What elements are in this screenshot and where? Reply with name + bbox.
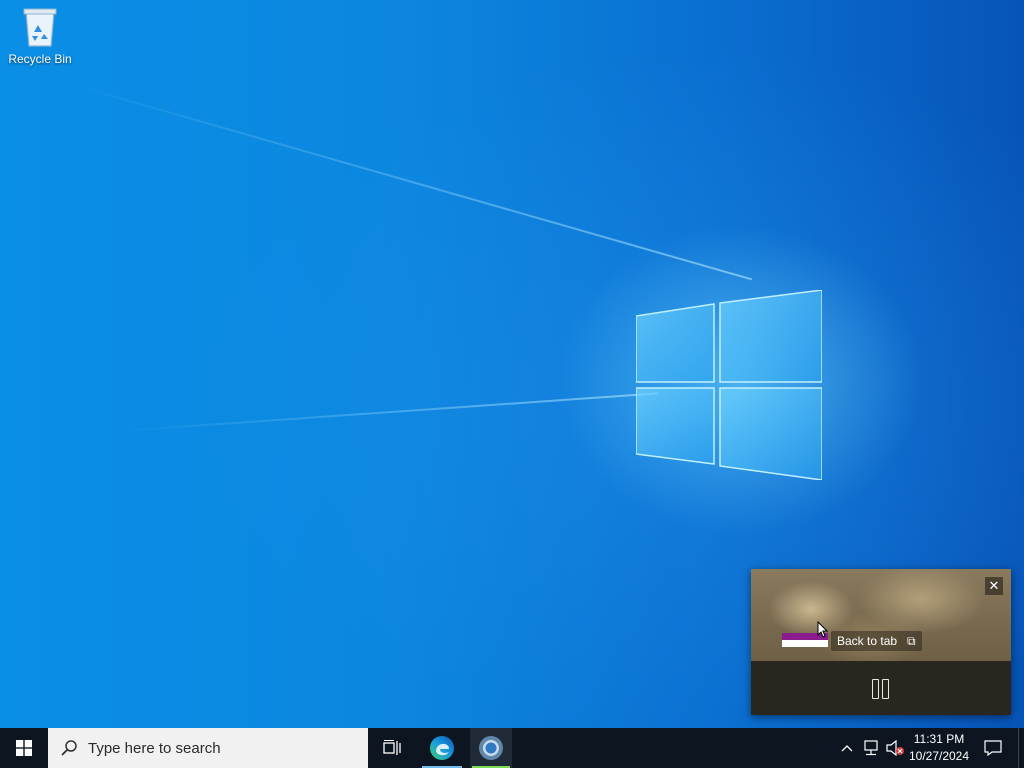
pip-close-button[interactable]: ✕ (985, 577, 1003, 595)
external-link-icon: ⧉ (907, 634, 916, 648)
recycle-bin-label: Recycle Bin (8, 52, 72, 66)
edge-icon (430, 736, 454, 760)
light-beam (59, 80, 753, 281)
show-desktop-button[interactable] (1018, 728, 1024, 768)
pause-button[interactable] (872, 679, 892, 699)
action-center-button[interactable] (978, 728, 1008, 768)
mouse-cursor-icon (817, 621, 829, 638)
back-to-tab-button[interactable]: Back to tab ⧉ (831, 631, 922, 651)
network-tray-button[interactable] (860, 728, 882, 768)
volume-muted-icon (886, 740, 904, 756)
recycle-bin-icon (23, 8, 57, 47)
clock-date: 10/27/2024 (908, 749, 970, 763)
start-button[interactable] (0, 728, 48, 768)
task-view-icon (383, 740, 401, 755)
network-icon (864, 740, 878, 756)
recycle-bin-shortcut[interactable]: Recycle Bin (6, 6, 74, 66)
pause-icon (882, 679, 889, 699)
search-placeholder: Type here to search (88, 739, 221, 757)
close-icon: ✕ (988, 578, 1000, 593)
task-view-button[interactable] (370, 728, 414, 768)
picture-in-picture-window[interactable]: Back to tab ⧉ ✕ (751, 569, 1011, 715)
windows-logo-graphic (636, 290, 822, 480)
search-box[interactable]: Type here to search (48, 728, 368, 768)
clock-time: 11:31 PM (913, 732, 965, 746)
volume-tray-button[interactable] (884, 728, 906, 768)
chevron-up-icon (841, 745, 853, 752)
back-to-tab-label: Back to tab (837, 634, 898, 648)
taskbar: Type here to search 11:31 PM 10/27/2024 (0, 728, 1024, 768)
desktop-wallpaper: Recycle Bin Back to tab ⧉ ✕ (0, 0, 1024, 728)
show-hidden-icons-button[interactable] (838, 728, 856, 768)
light-beam (120, 392, 659, 432)
action-center-icon (984, 740, 1002, 756)
clock-button[interactable]: 11:31 PM 10/27/2024 (906, 731, 972, 765)
pause-icon (872, 679, 879, 699)
search-icon (61, 740, 77, 756)
taskbar-app-edge[interactable] (418, 728, 466, 768)
chrome-icon (479, 736, 503, 760)
windows-start-icon (16, 740, 32, 756)
taskbar-app-chrome[interactable] (470, 728, 512, 768)
